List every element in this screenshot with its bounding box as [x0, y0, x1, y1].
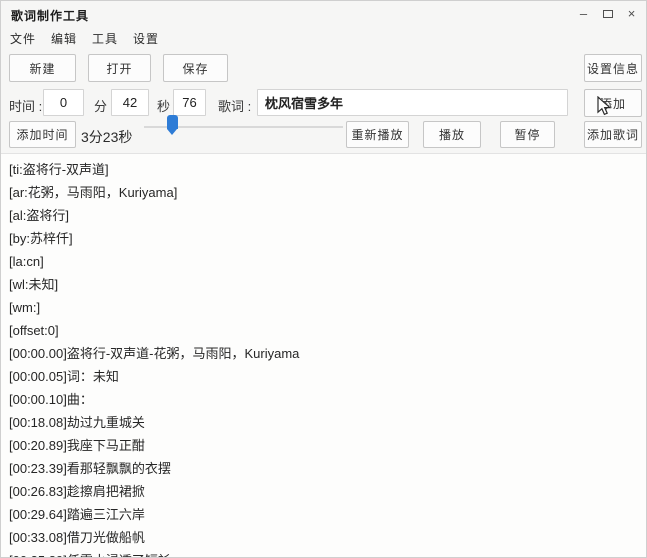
- titlebar: 歌词制作工具 – ×: [1, 1, 646, 25]
- lyric-line: [00:20.89]我座下马正酣: [9, 434, 640, 457]
- add-time-button[interactable]: 添加时间: [9, 121, 76, 148]
- save-button[interactable]: 保存: [163, 54, 228, 82]
- lyric-line: [00:00.05]词：未知: [9, 365, 640, 388]
- minutes-unit-label: 分: [94, 96, 107, 115]
- slider-thumb-body: [167, 115, 178, 129]
- lyric-line: [by:苏梓仟]: [9, 227, 640, 250]
- lyric-line: [00:33.08]借刀光做船帆: [9, 526, 640, 549]
- seconds-unit-label: 秒: [157, 96, 170, 115]
- lyric-input[interactable]: [257, 89, 568, 116]
- playback-slider-thumb[interactable]: [167, 115, 178, 135]
- app-window: 歌词制作工具 – × 文件 编辑 工具 设置 新建 打开 保存 设置信息 时间 …: [0, 0, 647, 558]
- slider-thumb-tip: [167, 129, 177, 135]
- lyric-line: [offset:0]: [9, 319, 640, 342]
- menu-settings[interactable]: 设置: [130, 28, 162, 49]
- replay-button[interactable]: 重新播放: [346, 121, 409, 148]
- settings-info-button[interactable]: 设置信息: [584, 54, 642, 82]
- lyric-line: [00:00.10]曲：: [9, 388, 640, 411]
- lyrics-textarea[interactable]: [ti:盗将行-双声道][ar:花粥，马雨阳，Kuriyama][al:盗将行]…: [1, 154, 647, 558]
- lyric-line: [00:29.64]踏遍三江六岸: [9, 503, 640, 526]
- minutes-input[interactable]: [43, 89, 84, 116]
- lyric-line: [al:盗将行]: [9, 204, 640, 227]
- menu-file[interactable]: 文件: [7, 28, 39, 49]
- window-controls: – ×: [575, 5, 640, 22]
- close-icon: ×: [628, 6, 636, 21]
- lyric-line: [00:18.08]劫过九重城关: [9, 411, 640, 434]
- lyric-line: [00:23.39]看那轻飘飘的衣摆: [9, 457, 640, 480]
- add-lyrics-button[interactable]: 添加歌词: [584, 121, 642, 148]
- menu-edit[interactable]: 编辑: [48, 28, 80, 49]
- add-button[interactable]: 添加: [584, 89, 642, 117]
- lyric-label: 歌词 :: [218, 96, 251, 115]
- pause-button[interactable]: 暂停: [500, 121, 555, 148]
- lyric-line: [wm:]: [9, 296, 640, 319]
- lyric-line: [la:cn]: [9, 250, 640, 273]
- lyric-line: [00:26.83]趁擦肩把裙掀: [9, 480, 640, 503]
- maximize-button[interactable]: [599, 5, 616, 22]
- menu-tools[interactable]: 工具: [89, 28, 121, 49]
- minimize-button[interactable]: –: [575, 5, 592, 22]
- play-button[interactable]: 播放: [423, 121, 481, 148]
- window-title: 歌词制作工具: [11, 7, 89, 24]
- lyric-line: [00:35.89]任露水浸透了短衫: [9, 549, 640, 558]
- seconds-input[interactable]: [111, 89, 149, 116]
- duration-text: 3分23秒: [81, 127, 132, 147]
- lyric-line: [00:00.00]盗将行-双声道-花粥，马雨阳，Kuriyama: [9, 342, 640, 365]
- time-label: 时间 :: [9, 96, 42, 115]
- lyric-line: [ti:盗将行-双声道]: [9, 158, 640, 181]
- close-button[interactable]: ×: [623, 5, 640, 22]
- lyric-line: [wl:未知]: [9, 273, 640, 296]
- maximize-icon: [603, 10, 613, 18]
- open-button[interactable]: 打开: [88, 54, 151, 82]
- minimize-icon: –: [580, 6, 587, 21]
- hundredths-input[interactable]: [173, 89, 206, 116]
- new-button[interactable]: 新建: [9, 54, 76, 82]
- lyric-line: [ar:花粥，马雨阳，Kuriyama]: [9, 181, 640, 204]
- menubar: 文件 编辑 工具 设置: [7, 28, 162, 49]
